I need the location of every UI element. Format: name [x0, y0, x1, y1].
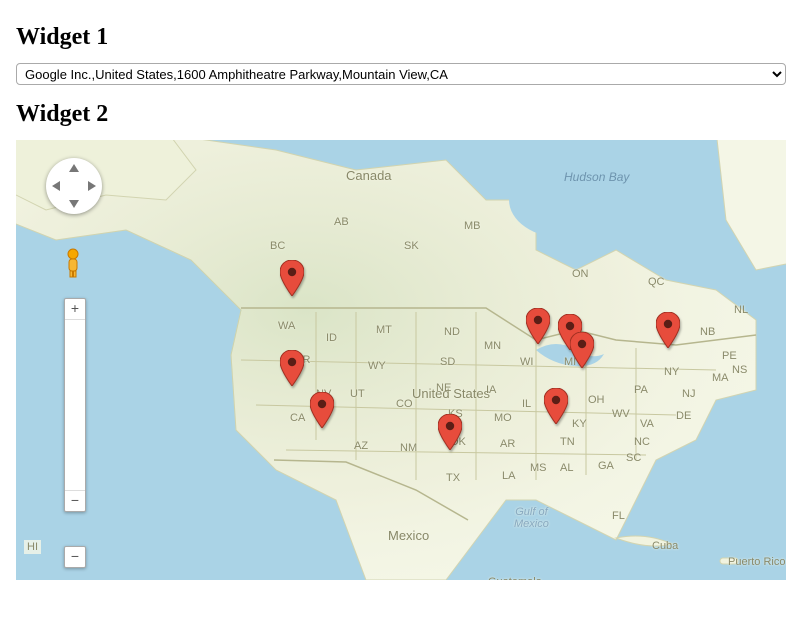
map-land-svg: [16, 140, 786, 580]
streetview-pegman[interactable]: [62, 248, 84, 278]
marker-nca[interactable]: [280, 350, 304, 386]
marker-ny[interactable]: [656, 312, 680, 348]
marker-tx[interactable]: [438, 414, 462, 450]
zoom-in-button[interactable]: +: [65, 299, 85, 319]
zoom-slider-track[interactable]: [65, 319, 85, 491]
pan-control: [46, 158, 102, 214]
marker-mi2[interactable]: [570, 332, 594, 368]
zoom-out-button[interactable]: −: [65, 491, 85, 511]
widget1-title: Widget 1: [16, 24, 795, 51]
pan-down-button[interactable]: [69, 200, 79, 208]
marker-wa[interactable]: [280, 260, 304, 296]
pan-right-button[interactable]: [88, 181, 96, 191]
label-hi: HI: [24, 540, 41, 554]
marker-sca[interactable]: [310, 392, 334, 428]
zoom-control: + −: [64, 298, 86, 512]
marker-wi[interactable]: [526, 308, 550, 344]
pan-up-button[interactable]: [69, 164, 79, 172]
marker-tn[interactable]: [544, 388, 568, 424]
zoom-reset-button[interactable]: −: [64, 546, 86, 568]
map-canvas[interactable]: Canada United States Mexico Hudson Bay G…: [16, 140, 786, 580]
address-select[interactable]: Google Inc.,United States,1600 Amphithea…: [16, 63, 786, 85]
pan-left-button[interactable]: [52, 181, 60, 191]
address-select-wrap: Google Inc.,United States,1600 Amphithea…: [16, 63, 786, 85]
widget2-title: Widget 2: [16, 101, 795, 128]
